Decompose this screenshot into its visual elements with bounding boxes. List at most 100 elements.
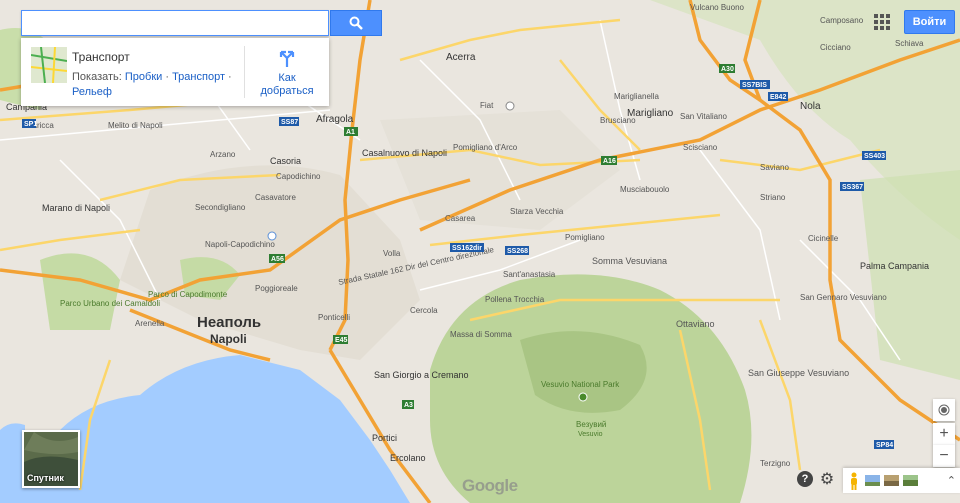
map-label: Napoli [210, 332, 247, 346]
traffic-link[interactable]: Пробки [125, 71, 162, 83]
location-icon [938, 404, 950, 416]
card-title: Транспорт [72, 50, 130, 64]
airport-marker[interactable] [267, 231, 277, 241]
svg-text:SP1: SP1 [24, 121, 37, 128]
map-label: Marano di Napoli [42, 203, 110, 213]
map-label: Ottaviano [676, 319, 715, 329]
svg-text:E842: E842 [770, 94, 786, 101]
shield: SS87 [279, 117, 299, 126]
map-label: Poggioreale [255, 284, 298, 293]
map-label: Casoria [270, 156, 301, 166]
pegman-icon[interactable] [847, 472, 861, 490]
svg-text:A56: A56 [271, 256, 284, 263]
satellite-toggle[interactable]: Спутник [22, 430, 80, 488]
zoom-out-button[interactable]: − [933, 445, 955, 467]
map-label: Casalnuovo di Napoli [362, 148, 447, 158]
search-input[interactable] [21, 10, 329, 36]
my-location-button[interactable] [933, 399, 955, 421]
apps-grid-icon[interactable] [872, 12, 892, 32]
shield: E45 [333, 335, 348, 344]
map-label: Arzano [210, 150, 236, 159]
map-label: Cicinelle [808, 234, 839, 243]
help-icon[interactable]: ? [797, 471, 813, 487]
map-label: Mariglianella [614, 92, 659, 101]
map-label: Brusciano [600, 116, 636, 125]
transit-card: Транспорт Показать: Пробки · Транспорт ·… [21, 38, 329, 106]
terrain-link[interactable]: Рельеф [72, 86, 112, 98]
map-label: Cicciano [820, 43, 851, 52]
svg-text:SS162dir: SS162dir [452, 245, 482, 252]
map-label: Schiava [895, 39, 924, 48]
svg-text:A1: A1 [346, 129, 355, 136]
shield: A16 [601, 156, 617, 165]
divider [244, 46, 245, 98]
signin-button[interactable]: Войти [904, 10, 955, 34]
expand-icon[interactable]: ⌃ [947, 474, 956, 487]
map-label: Vulcano Buono [690, 3, 745, 12]
photo-tour-thumb[interactable] [884, 475, 899, 486]
photo-tour-thumb[interactable] [865, 475, 880, 486]
svg-text:E45: E45 [335, 337, 348, 344]
map-label: Ponticelli [318, 313, 350, 322]
map-label: Sant'anastasia [503, 270, 556, 279]
transit-link[interactable]: Транспорт [172, 71, 225, 83]
map-label: Afragola [316, 114, 354, 125]
transit-thumbnail[interactable] [31, 47, 67, 83]
svg-text:SS87: SS87 [281, 119, 298, 126]
map-label: Pomigliano d'Arco [453, 143, 518, 152]
svg-text:SS367: SS367 [842, 184, 863, 191]
svg-text:SS403: SS403 [864, 153, 885, 160]
shield: E842 [768, 92, 788, 101]
directions-label-2: добраться [260, 85, 314, 97]
map-label: Musciabouolo [620, 185, 670, 194]
svg-text:SS268: SS268 [507, 248, 528, 255]
map-label: San Vitaliano [680, 112, 728, 121]
map-label: Vesuvio [578, 431, 603, 438]
satellite-label: Спутник [27, 473, 64, 483]
shield: A56 [269, 254, 285, 263]
directions-icon [279, 50, 295, 67]
svg-text:A16: A16 [603, 158, 616, 165]
directions-label-1: Как [278, 72, 296, 84]
show-label: Показать: [72, 71, 122, 83]
map-label: Striano [760, 193, 786, 202]
directions-button[interactable]: Как добраться [254, 48, 320, 98]
map-label: Portici [372, 433, 397, 443]
map-label: San Giuseppe Vesuviano [748, 368, 849, 378]
map-label: San Giorgio a Cremano [374, 370, 469, 380]
map-label: Volla [383, 249, 401, 258]
map-label: Terzigno [760, 459, 791, 468]
shield: SS268 [505, 246, 529, 255]
shield: A30 [719, 64, 735, 73]
fiat-marker[interactable] [505, 101, 515, 111]
svg-text:A30: A30 [721, 66, 734, 73]
shield: A3 [402, 400, 414, 409]
photo-tour-thumb[interactable] [903, 475, 918, 486]
svg-text:SP84: SP84 [876, 442, 893, 449]
map-label: Acerra [446, 52, 476, 63]
map-label: Secondigliano [195, 203, 246, 212]
map-label: Nola [800, 101, 821, 112]
svg-text:A3: A3 [404, 402, 413, 409]
map-label: Arenella [135, 319, 165, 328]
map-label: Scisciano [683, 143, 718, 152]
map-label: Saviano [760, 163, 789, 172]
map-label: Napoli-Capodichino [205, 240, 275, 249]
card-layers: Показать: Пробки · Транспорт · Рельеф [72, 71, 232, 98]
shield: SP84 [874, 440, 894, 449]
map-label: Starza Vecchia [510, 207, 564, 216]
map-label: Palma Campania [860, 261, 929, 271]
map-label: Неаполь [197, 314, 261, 331]
park-marker[interactable] [578, 392, 588, 402]
bottom-toolbar: ⌃ [843, 468, 960, 493]
shield: SS403 [862, 151, 886, 160]
zoom-in-button[interactable]: + [933, 423, 955, 445]
map-label: Camposano [820, 16, 864, 25]
gear-icon[interactable]: ⚙ [818, 470, 836, 488]
svg-text:SS7BIS: SS7BIS [742, 82, 767, 89]
map-label: Fiat [480, 101, 494, 110]
map-label: Ercolano [390, 453, 426, 463]
search-button[interactable] [330, 10, 382, 36]
map-label: Pomigliano [565, 233, 605, 242]
map-label: Massa di Somma [450, 330, 512, 339]
